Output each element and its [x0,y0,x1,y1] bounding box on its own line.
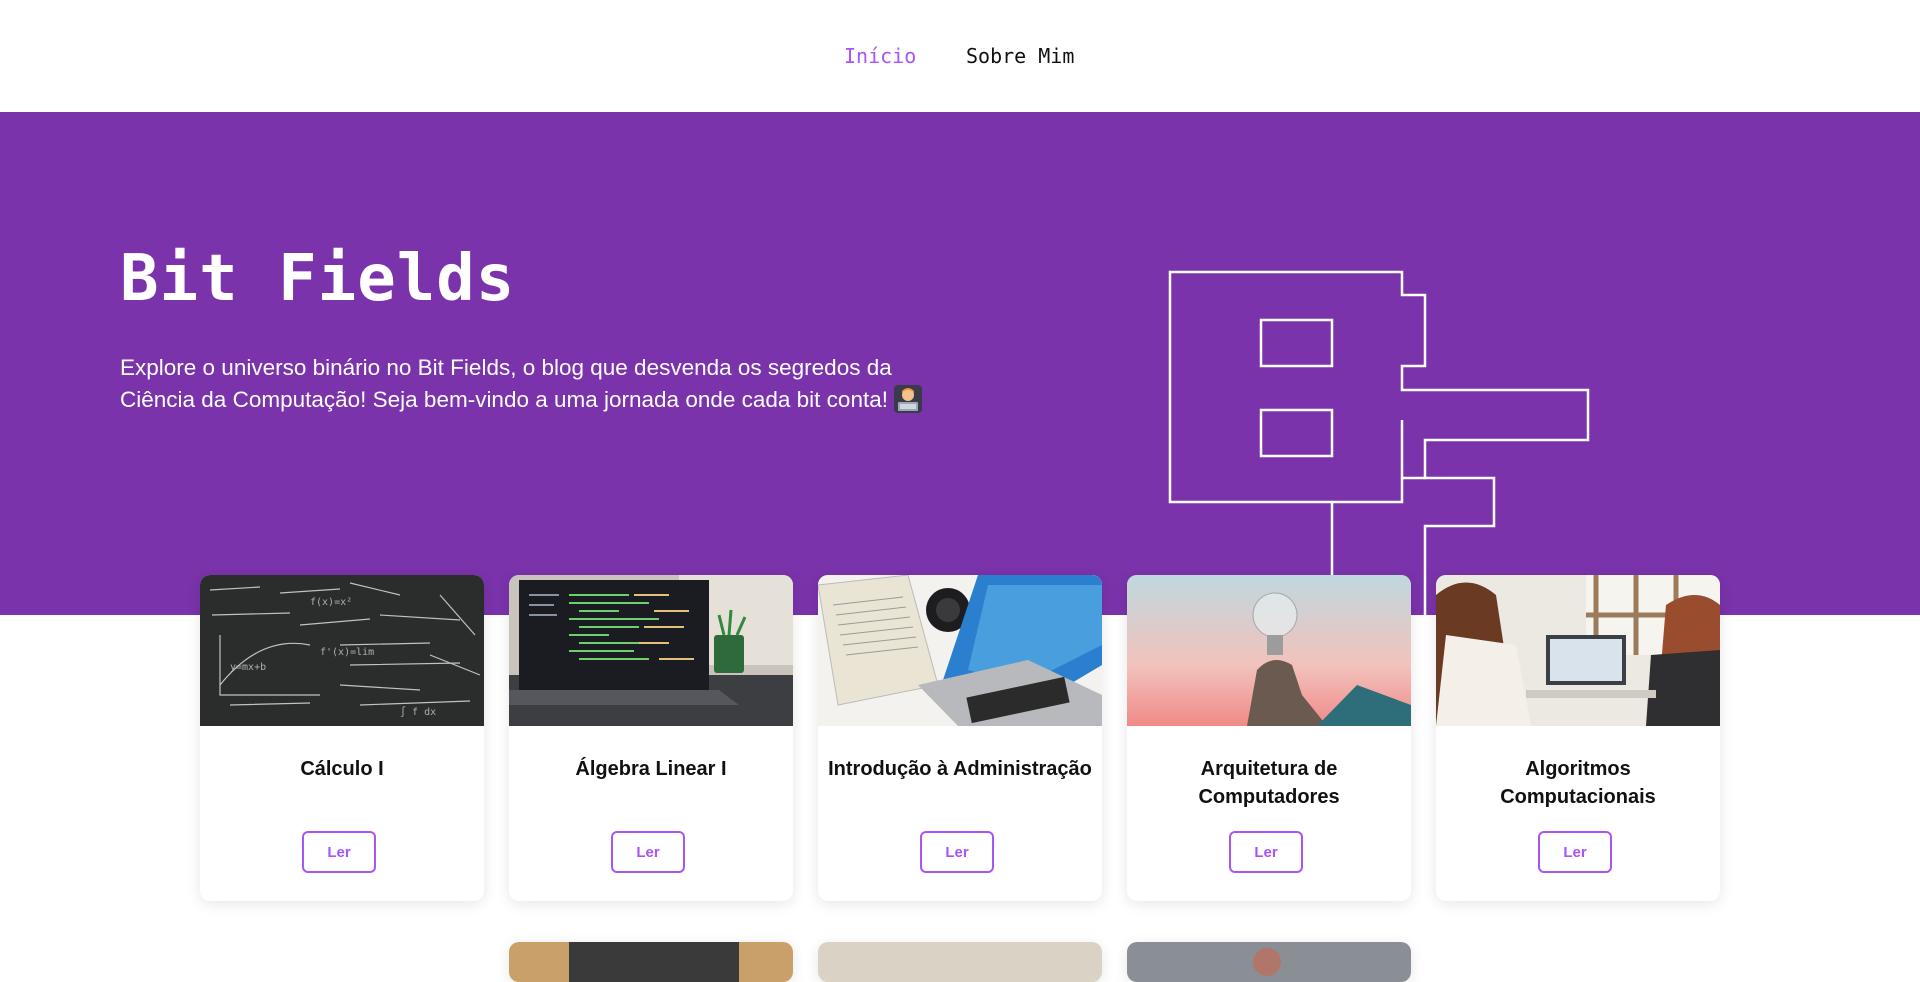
lightbulb-image [1127,575,1411,726]
top-nav: Início Sobre Mim [0,0,1920,112]
technologist-emoji-icon [894,385,923,413]
read-button[interactable]: Ler [302,831,376,873]
post-card-partial [509,942,793,982]
laptop-desk-image [818,575,1102,726]
laptop-code-image [509,575,793,726]
post-card: Álgebra Linear I Ler [509,575,793,901]
svg-text:f(x)=x²: f(x)=x² [310,597,352,608]
page-title: Bit Fields [120,242,516,316]
card-title: Cálculo I [300,758,384,780]
read-button[interactable]: Ler [920,831,994,873]
hero-description: Explore o universo binário no Bit Fields… [120,352,960,416]
read-button[interactable]: Ler [611,831,685,873]
post-thumbnail-image [818,942,1102,982]
svg-text:y=mx+b: y=mx+b [230,662,266,673]
post-thumbnail-image [509,942,793,982]
nav-link-inicio[interactable]: Início [844,44,916,68]
read-button[interactable]: Ler [1538,831,1612,873]
people-laptop-image [1436,575,1720,726]
post-card: Introdução à Administração Ler [818,575,1102,901]
card-title: Algoritmos Computacionais [1500,758,1656,808]
card-title: Arquitetura de Computadores [1198,758,1340,808]
post-card-partial [1127,942,1411,982]
post-card: Algoritmos Computacionais Ler [1436,575,1720,901]
hero-section: Bit Fields Explore o universo binário no… [0,112,1920,626]
hero-description-text: Explore o universo binário no Bit Fields… [120,355,892,412]
chalkboard-math-image: f(x)=x² f'(x)=lim y=mx+b ∫ f dx [200,575,484,726]
post-card: f(x)=x² f'(x)=lim y=mx+b ∫ f dx Cálculo … [200,575,484,901]
post-thumbnail-image [1127,942,1411,982]
card-title: Álgebra Linear I [575,758,727,780]
read-button[interactable]: Ler [1229,831,1303,873]
post-card: Arquitetura de Computadores Ler [1127,575,1411,901]
post-card-partial [818,942,1102,982]
svg-text:f'(x)=lim: f'(x)=lim [320,647,374,658]
svg-text:∫ f dx: ∫ f dx [400,706,436,718]
card-title: Introdução à Administração [828,758,1092,780]
nav-link-sobre-mim[interactable]: Sobre Mim [966,44,1074,68]
